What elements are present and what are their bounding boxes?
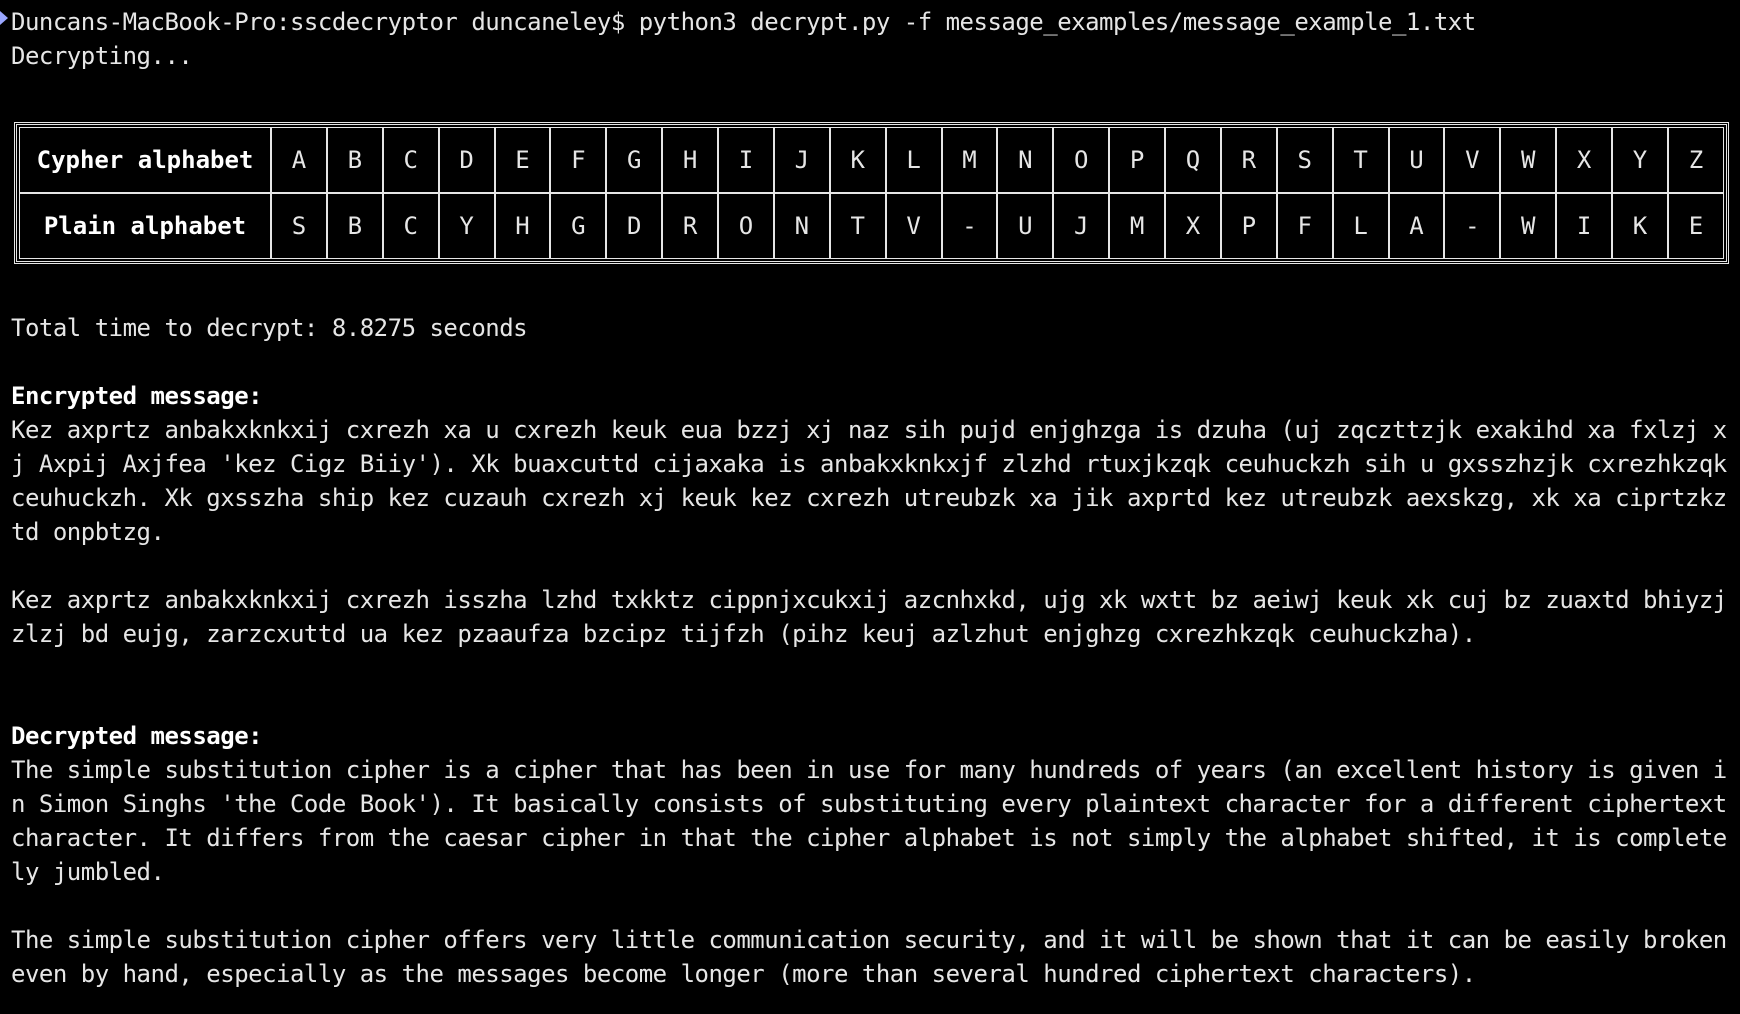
plain-letter-cell: T (829, 193, 886, 259)
plain-letter-cell: Y (438, 193, 495, 259)
cypher-letter-cell: W (1500, 127, 1557, 193)
plain-letter-cell: N (773, 193, 830, 259)
plain-letter-cell: K (1612, 193, 1668, 259)
encrypted-paragraph-1: Kez axprtz anbakxknkxij cxrezh xa u cxre… (11, 416, 1727, 546)
plain-letter-cell: I (1556, 193, 1612, 259)
plain-letter-cell: V (885, 193, 942, 259)
decrypted-paragraph-2: The simple substitution cipher offers ve… (11, 926, 1727, 988)
plain-letter-cell: F (1276, 193, 1333, 259)
cypher-letter-cell: B (326, 127, 383, 193)
terminal-window[interactable]: Duncans-MacBook-Pro:sscdecryptor duncane… (0, 0, 1740, 1014)
cypher-letter-cell: T (1332, 127, 1389, 193)
plain-letter-cell: R (662, 193, 718, 259)
cypher-letter-cell: V (1444, 127, 1501, 193)
cypher-letter-cell: S (1276, 127, 1333, 193)
cypher-letter-cell: C (382, 127, 439, 193)
plain-letter-cell: G (550, 193, 607, 259)
cypher-letter-cell: U (1388, 127, 1445, 193)
status-line: Decrypting... (11, 42, 193, 70)
plain-letter-cell: U (997, 193, 1054, 259)
plain-letter-cell: P (1220, 193, 1277, 259)
plain-letter-cell: W (1500, 193, 1557, 259)
cypher-letter-cell: M (941, 127, 998, 193)
plain-letter-cell: D (606, 193, 663, 259)
cypher-letter-cell: D (438, 127, 495, 193)
plain-letter-cell: X (1165, 193, 1221, 259)
plain-letter-cell: C (382, 193, 439, 259)
plain-letter-cell: L (1332, 193, 1389, 259)
prompt-marker-icon (0, 11, 8, 25)
cypher-letter-cell: A (271, 127, 327, 193)
cypher-letter-cell: N (997, 127, 1054, 193)
cypher-letter-cell: Q (1165, 127, 1221, 193)
decrypted-heading: Decrypted message: (11, 722, 263, 750)
cypher-letter-cell: J (773, 127, 830, 193)
cypher-letter-cell: Y (1612, 127, 1668, 193)
cypher-letter-cell: P (1109, 127, 1165, 193)
cypher-letter-cell: Z (1667, 127, 1724, 193)
plain-letter-cell: H (494, 193, 551, 259)
encrypted-paragraph-2: Kez axprtz anbakxknkxij cxrezh isszha lz… (11, 586, 1727, 648)
cypher-letter-cell: O (1053, 127, 1110, 193)
cypher-letter-cell: E (494, 127, 551, 193)
plain-letter-cell: E (1667, 193, 1724, 259)
plain-letter-cell: S (271, 193, 327, 259)
plain-alphabet-row: Plain alphabet SBCYHGDRONTV-UJMXPFLA-WIK… (19, 193, 1724, 259)
plain-letter-cell: J (1053, 193, 1110, 259)
cypher-letter-cell: F (550, 127, 607, 193)
plain-alphabet-label: Plain alphabet (19, 193, 271, 259)
decrypted-paragraph-1: The simple substitution cipher is a ciph… (11, 756, 1727, 886)
cypher-letter-cell: X (1556, 127, 1612, 193)
cypher-letter-cell: G (606, 127, 663, 193)
cypher-letter-cell: K (829, 127, 886, 193)
plain-letter-cell: O (718, 193, 774, 259)
cypher-letter-cell: I (718, 127, 774, 193)
encrypted-heading: Encrypted message: (11, 382, 263, 410)
plain-letter-cell: A (1388, 193, 1445, 259)
plain-letter-cell: B (326, 193, 383, 259)
cypher-letter-cell: L (885, 127, 942, 193)
cypher-alphabet-label: Cypher alphabet (19, 127, 271, 193)
plain-letter-cell: - (941, 193, 998, 259)
cypher-alphabet-row: Cypher alphabet ABCDEFGHIJKLMNOPQRSTUVWX… (19, 127, 1724, 193)
plain-letter-cell: M (1109, 193, 1165, 259)
command-line: Duncans-MacBook-Pro:sscdecryptor duncane… (11, 8, 1476, 36)
cypher-letter-cell: H (662, 127, 718, 193)
alphabet-table: Cypher alphabet ABCDEFGHIJKLMNOPQRSTUVWX… (14, 122, 1729, 264)
plain-letter-cell: - (1444, 193, 1501, 259)
total-time-line: Total time to decrypt: 8.8275 seconds (11, 314, 528, 342)
cypher-letter-cell: R (1220, 127, 1277, 193)
